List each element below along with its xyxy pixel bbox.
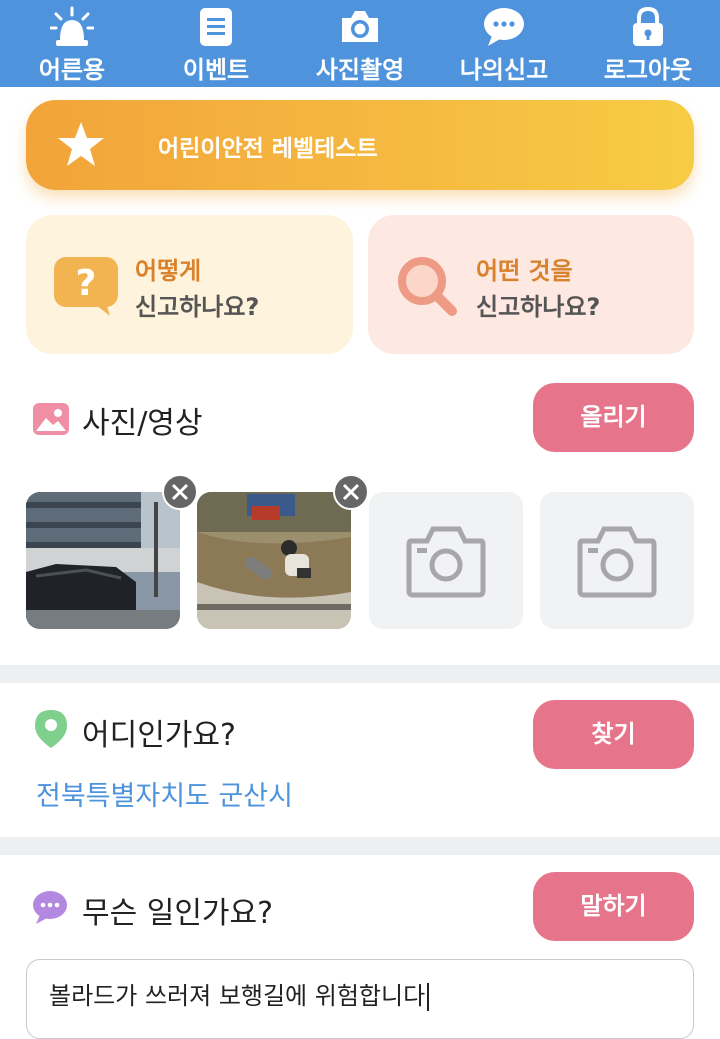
camera-placeholder-icon [577, 526, 657, 598]
camera-placeholder-icon [406, 526, 486, 598]
photo-thumbnail-2[interactable] [197, 492, 351, 629]
chat-bubble-icon [33, 891, 67, 924]
image-icon [33, 403, 69, 435]
nav-item-logout[interactable]: 로그아웃 [576, 0, 720, 87]
issue-section-title: 무슨 일인가요? [82, 896, 274, 931]
section-divider [0, 837, 720, 855]
what-to-report-card[interactable]: 어떤 것을 신고하나요? [368, 215, 694, 354]
chat-bubble-icon [484, 8, 524, 46]
photo-thumbnail-1[interactable] [26, 492, 180, 629]
nav-item-adult[interactable]: 어른용 [0, 0, 144, 87]
photo-slot-empty-4[interactable] [540, 492, 694, 629]
address-text: 전북특별자치도 군산시 [36, 781, 293, 812]
svg-text:?: ? [76, 263, 97, 304]
location-pin-icon [35, 710, 67, 748]
nav-label-logout: 로그아웃 [603, 56, 693, 84]
photo-section-title: 사진/영상 [82, 406, 203, 441]
find-location-button[interactable]: 찾기 [533, 700, 694, 769]
magnifier-icon [398, 257, 457, 316]
nav-label-my-reports: 나의신고 [459, 56, 549, 84]
nav-label-adult: 어른용 [38, 56, 106, 84]
nav-label-event: 이벤트 [182, 56, 250, 84]
siren-icon [50, 6, 94, 46]
photo-slot-empty-3[interactable] [369, 492, 523, 629]
card-line2: 신고하나요? [135, 293, 260, 321]
fallen-bollard-photo [197, 492, 351, 629]
remove-photo-1-button[interactable] [162, 474, 198, 510]
star-icon [58, 122, 104, 166]
how-to-report-card[interactable]: ? 어떻게 신고하나요? [26, 215, 353, 354]
issue-description-value: 볼라드가 쓰러져 보행길에 위험합니다 [49, 976, 430, 1011]
nav-item-my-reports[interactable]: 나의신고 [432, 0, 576, 87]
upload-button[interactable]: 올리기 [533, 383, 694, 452]
nav-label-photo: 사진촬영 [315, 56, 405, 84]
street-parking-photo [26, 492, 180, 629]
level-test-banner[interactable]: 어린이안전 레벨테스트 [26, 100, 694, 190]
remove-photo-2-button[interactable] [333, 474, 369, 510]
nav-item-event[interactable]: 이벤트 [144, 0, 288, 87]
card-line1: 어떻게 [135, 257, 202, 285]
speak-button[interactable]: 말하기 [533, 872, 694, 941]
document-icon [200, 8, 232, 46]
text-caret [427, 983, 430, 1011]
issue-description-input[interactable]: 볼라드가 쓰러져 보행길에 위험합니다 [26, 959, 694, 1039]
top-nav: 어른용 이벤트 사진촬영 나의신고 로그아웃 [0, 0, 720, 87]
section-divider [0, 665, 720, 683]
card-line1: 어떤 것을 [476, 257, 573, 285]
location-section-title: 어디인가요? [82, 718, 236, 753]
lock-icon [633, 6, 663, 46]
nav-item-photo[interactable]: 사진촬영 [288, 0, 432, 87]
close-icon [171, 483, 189, 501]
question-bubble-icon: ? [54, 257, 118, 316]
banner-text: 어린이안전 레벨테스트 [158, 136, 378, 162]
camera-icon [342, 11, 378, 42]
card-line2: 신고하나요? [476, 293, 601, 321]
close-icon [342, 483, 360, 501]
